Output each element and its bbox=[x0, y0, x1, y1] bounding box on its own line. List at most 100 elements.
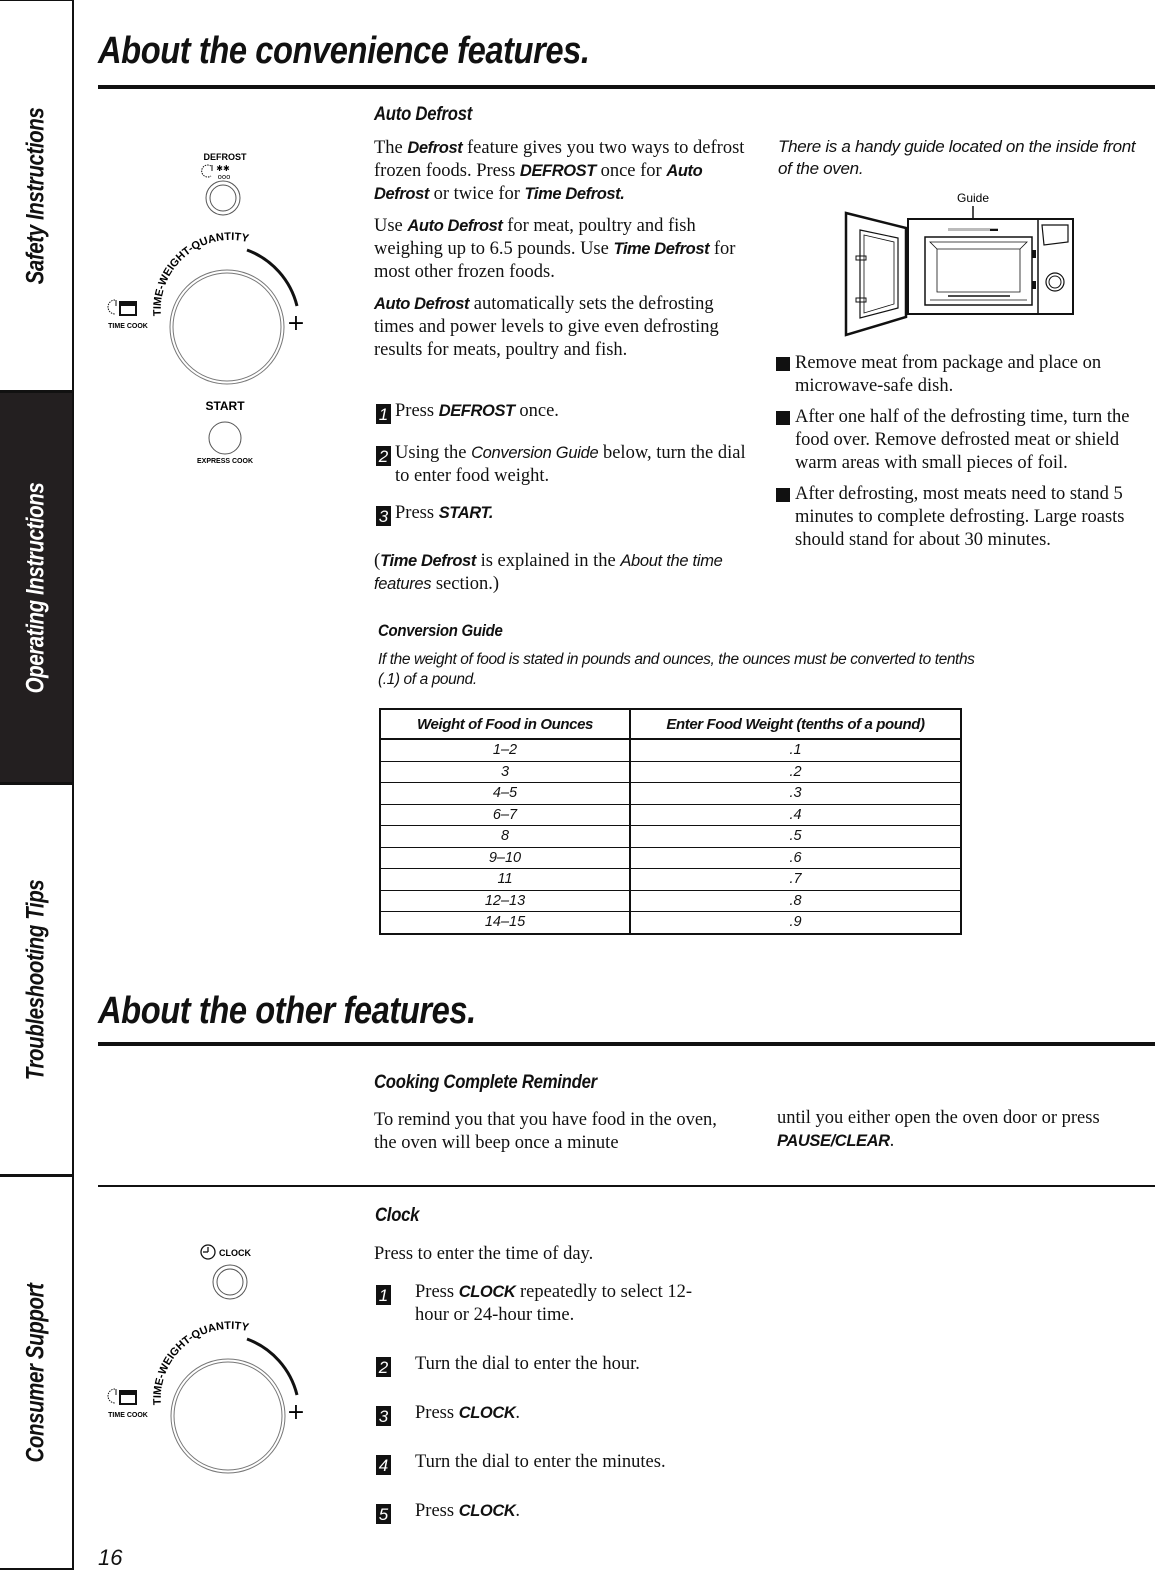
table-header-row: Weight of Food in Ounces Enter Food Weig… bbox=[380, 709, 961, 740]
tip-item: Remove meat from package and place on mi… bbox=[776, 352, 1160, 398]
step-number: 2 bbox=[376, 446, 391, 466]
oven-door bbox=[844, 211, 908, 337]
tab-label: Operating Instructions bbox=[21, 482, 50, 693]
start-button-label: START bbox=[205, 399, 245, 413]
tenths-cell: .9 bbox=[630, 911, 961, 934]
table-row: 6–7.4 bbox=[380, 804, 961, 826]
section-rule bbox=[98, 1042, 1155, 1046]
bullet-square-icon bbox=[776, 411, 790, 425]
tab-label: Safety Instructions bbox=[21, 107, 50, 284]
guide-callout-label: Guide bbox=[957, 191, 989, 205]
tab-label: Consumer Support bbox=[21, 1282, 50, 1463]
clock-button-label: CLOCK bbox=[219, 1248, 251, 1258]
start-button[interactable] bbox=[208, 421, 242, 455]
clock-button[interactable] bbox=[212, 1264, 248, 1300]
tenths-cell: .1 bbox=[630, 739, 961, 762]
table-row: 1–2.1 bbox=[380, 739, 961, 762]
section-title-convenience: About the convenience features. bbox=[98, 30, 590, 72]
table-row: 3.2 bbox=[380, 761, 961, 783]
tenths-cell: .5 bbox=[630, 825, 961, 848]
table-row: 4–5.3 bbox=[380, 782, 961, 805]
table-row: 9–10.6 bbox=[380, 847, 961, 869]
clock-heading: Clock bbox=[375, 1205, 420, 1226]
clock-step-2: 2 Turn the dial to enter the hour. bbox=[376, 1353, 756, 1377]
conversion-guide-description: If the weight of food is stated in pound… bbox=[378, 651, 975, 688]
tenths-cell: .6 bbox=[630, 847, 961, 869]
subsection-rule bbox=[98, 1185, 1155, 1187]
bullet-square-icon bbox=[776, 357, 790, 371]
svg-text:ooo: ooo bbox=[218, 173, 231, 181]
step-number: 3 bbox=[376, 506, 391, 526]
page-number: 16 bbox=[98, 1545, 123, 1570]
tenths-cell: .7 bbox=[630, 868, 961, 891]
step-number: 2 bbox=[376, 1357, 391, 1377]
column-header: Weight of Food in Ounces bbox=[380, 709, 631, 740]
clock-step-4: 4 Turn the dial to enter the minutes. bbox=[376, 1451, 756, 1475]
defrost-icon: ✱✱ ooo bbox=[201, 164, 231, 181]
clock-step-3: 3 Press CLOCK. bbox=[376, 1402, 756, 1426]
reminder-text-col2: until you either open the oven door or p… bbox=[777, 1108, 1100, 1151]
tenths-cell: .4 bbox=[630, 804, 961, 826]
tab-safety-instructions[interactable]: Safety Instructions bbox=[0, 0, 72, 392]
section-tabs: Safety Instructions Operating Instructio… bbox=[0, 0, 74, 1570]
tenths-cell: .8 bbox=[630, 890, 961, 912]
reminder-text-col1: To remind you that you have food in the … bbox=[374, 1110, 717, 1153]
ounces-cell: 11 bbox=[380, 868, 631, 891]
clock-step-1: 1 Press CLOCK repeatedly to select 12-ho… bbox=[376, 1281, 756, 1327]
tenths-cell: .2 bbox=[630, 761, 961, 783]
defrost-tips-list: Remove meat from package and place on mi… bbox=[776, 352, 1160, 560]
dial-direction-arc bbox=[246, 1337, 299, 1396]
time-cook-label: TIME COOK bbox=[108, 1412, 148, 1419]
ounces-cell: 1–2 bbox=[380, 739, 631, 762]
microwave-illustration: Guide bbox=[844, 191, 1074, 337]
defrost-button[interactable] bbox=[205, 180, 241, 216]
tab-operating-instructions[interactable]: Operating Instructions bbox=[0, 392, 72, 784]
conversion-guide-heading: Conversion Guide bbox=[378, 621, 503, 640]
ounces-cell: 12–13 bbox=[380, 890, 631, 912]
tab-consumer-support[interactable]: Consumer Support bbox=[0, 1176, 72, 1570]
auto-defrost-heading: Auto Defrost bbox=[374, 104, 473, 125]
clock-icon bbox=[200, 1244, 216, 1260]
ounces-cell: 8 bbox=[380, 825, 631, 848]
section-title-other: About the other features. bbox=[98, 990, 476, 1032]
step-number: 5 bbox=[376, 1504, 391, 1524]
defrost-button-label: DEFROST bbox=[203, 152, 247, 162]
tenths-cell: .3 bbox=[630, 782, 961, 805]
ounces-cell: 4–5 bbox=[380, 782, 631, 805]
time-cook-label: TIME COOK bbox=[108, 323, 148, 330]
express-cook-label: EXPRESS COOK bbox=[197, 458, 253, 465]
clock-panel-illustration: CLOCK TIME-WEIGHT-QUANTITY + TIME COOK bbox=[107, 1244, 305, 1474]
time-weight-quantity-dial[interactable] bbox=[169, 269, 285, 385]
ounces-cell: 6–7 bbox=[380, 804, 631, 826]
time-defrost-note: (Time Defrost is explained in the About … bbox=[374, 551, 723, 594]
clock-intro: Press to enter the time of day. bbox=[374, 1244, 594, 1264]
defrost-step-2: 2 Using the Conversion Guide below, turn… bbox=[376, 442, 746, 488]
defrost-step-1: 1 Press DEFROST once. bbox=[376, 400, 746, 424]
tip-item: After defrosting, most meats need to sta… bbox=[776, 483, 1160, 552]
tab-label: Troubleshooting Tips bbox=[21, 879, 50, 1080]
ounces-cell: 3 bbox=[380, 761, 631, 783]
time-weight-quantity-dial[interactable] bbox=[170, 1358, 286, 1474]
oven-cavity bbox=[924, 236, 1033, 306]
defrost-step-3: 3 Press START. bbox=[376, 502, 746, 526]
step-number: 3 bbox=[376, 1406, 391, 1426]
section-rule bbox=[98, 85, 1155, 89]
plus-icon: + bbox=[287, 1400, 305, 1425]
defrost-panel-illustration: DEFROST ✱✱ ooo TIME-WEIGHT-QUANTITY + TI… bbox=[107, 152, 305, 465]
ounces-cell: 9–10 bbox=[380, 847, 631, 869]
clock-step-5: 5 Press CLOCK. bbox=[376, 1500, 756, 1524]
svg-text:✱✱: ✱✱ bbox=[216, 164, 230, 173]
table-row: 11.7 bbox=[380, 868, 961, 891]
tip-item: After one half of the defrosting time, t… bbox=[776, 406, 1160, 475]
step-number: 1 bbox=[376, 404, 391, 424]
step-number: 4 bbox=[376, 1455, 391, 1475]
time-cook-icon bbox=[107, 299, 137, 316]
guide-note: There is a handy guide located on the in… bbox=[778, 137, 1136, 178]
table-row: 12–13.8 bbox=[380, 890, 961, 912]
plus-icon: + bbox=[287, 311, 305, 336]
ounces-cell: 14–15 bbox=[380, 911, 631, 934]
tab-troubleshooting-tips[interactable]: Troubleshooting Tips bbox=[0, 784, 72, 1176]
table-row: 8.5 bbox=[380, 825, 961, 848]
reminder-heading: Cooking Complete Reminder bbox=[374, 1072, 597, 1093]
bullet-square-icon bbox=[776, 488, 790, 502]
